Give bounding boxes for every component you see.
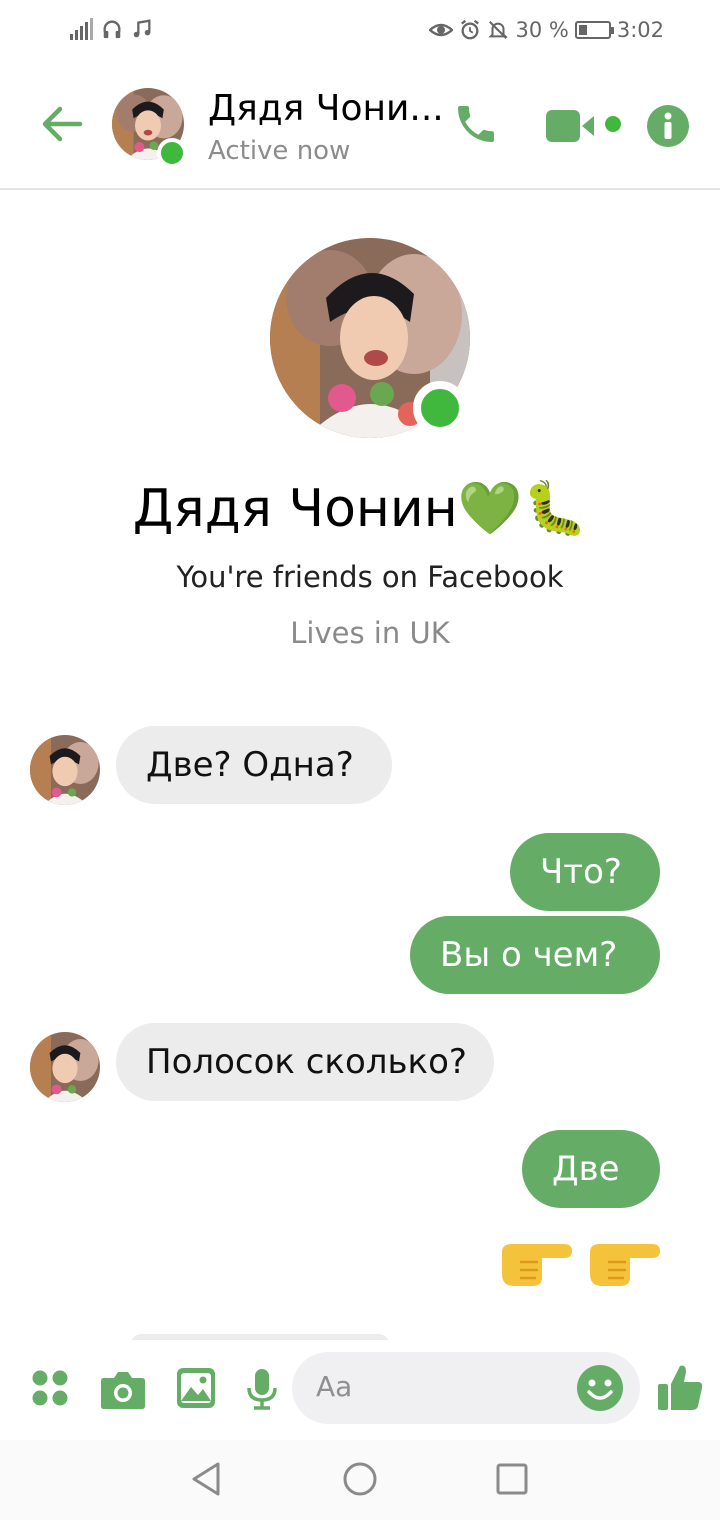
location-text: Lives in UK xyxy=(290,616,450,650)
thumbs-up-icon[interactable] xyxy=(656,1362,704,1412)
info-icon[interactable] xyxy=(646,104,690,148)
mute-bell-icon xyxy=(488,21,509,39)
active-status: Active now xyxy=(208,136,351,166)
apps-grid-icon[interactable] xyxy=(30,1368,70,1408)
message-avatar[interactable] xyxy=(30,1032,100,1102)
status-right-icons: 30 % 3:02 xyxy=(429,18,664,42)
status-bar: 30 % 3:02 xyxy=(0,0,720,62)
chat-header: Дядя Чони... Active now xyxy=(0,62,720,190)
nav-back-icon[interactable] xyxy=(188,1460,224,1498)
camera-icon[interactable] xyxy=(100,1368,146,1410)
message-bubble-incoming[interactable]: Полосок сколько? xyxy=(116,1023,494,1101)
battery-icon xyxy=(574,21,614,39)
nav-recents-icon[interactable] xyxy=(494,1460,530,1498)
profile-online-indicator xyxy=(413,381,467,435)
online-indicator xyxy=(157,138,187,168)
message-input-placeholder: Aa xyxy=(316,1370,353,1403)
nav-home-icon[interactable] xyxy=(342,1460,378,1498)
profile-name: Дядя Чонин💚🐛 xyxy=(132,479,588,539)
clock: 3:02 xyxy=(616,18,664,42)
message-composer: Aa xyxy=(0,1340,720,1440)
message-bubble-incoming[interactable]: Две? Одна? xyxy=(116,726,392,804)
gallery-icon[interactable] xyxy=(176,1367,216,1409)
friends-text: You're friends on Facebook xyxy=(176,560,564,594)
back-arrow-icon[interactable] xyxy=(40,102,84,146)
battery-percent: 30 % xyxy=(515,18,569,42)
message-input[interactable]: Aa xyxy=(292,1352,640,1424)
music-note-icon xyxy=(133,19,151,38)
message-bubble-outgoing[interactable]: Вы о чем? xyxy=(410,916,660,994)
emoji-smiley-icon[interactable] xyxy=(576,1364,624,1412)
headphones-icon xyxy=(103,20,121,39)
message-bubble-outgoing[interactable]: Две xyxy=(522,1130,660,1208)
pointing-right-emoji xyxy=(590,1244,660,1286)
message-avatar[interactable] xyxy=(30,735,100,805)
contact-name[interactable]: Дядя Чони... xyxy=(208,88,444,129)
message-bubble-outgoing[interactable]: Что? xyxy=(510,833,660,911)
microphone-icon[interactable] xyxy=(246,1368,278,1410)
alarm-icon xyxy=(461,19,480,40)
signal-icon xyxy=(70,18,93,40)
eye-icon xyxy=(429,23,454,37)
system-nav-bar xyxy=(0,1440,720,1520)
emoji-message[interactable] xyxy=(498,1232,664,1290)
video-call-icon[interactable] xyxy=(544,106,624,146)
phone-call-icon[interactable] xyxy=(452,98,500,150)
pointing-right-emoji xyxy=(502,1244,572,1286)
status-left-icons xyxy=(70,18,153,40)
